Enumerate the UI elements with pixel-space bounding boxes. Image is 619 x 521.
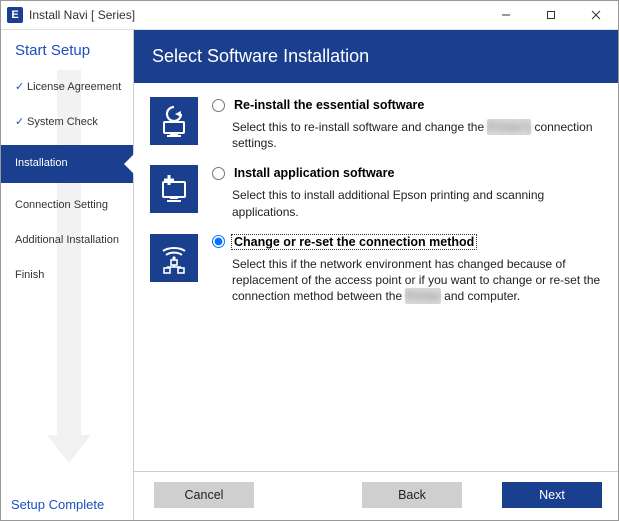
sidebar-step-label: License Agreement [27, 81, 121, 93]
option-title-row[interactable]: Install application software [212, 165, 602, 181]
sidebar-step-label: Installation [15, 157, 68, 169]
option-title-label: Change or re-set the connection method [231, 234, 477, 250]
apps-icon [150, 165, 198, 213]
page-title: Select Software Installation [134, 30, 618, 83]
redacted-text: Printer's [487, 119, 531, 135]
reinstall-icon [150, 97, 198, 145]
window-controls [483, 1, 618, 30]
close-button[interactable] [573, 1, 618, 30]
cancel-button[interactable]: Cancel [154, 482, 254, 508]
sidebar: Start Setup ✓License Agreement✓System Ch… [1, 30, 134, 520]
window-title: Install Navi [ Series] [29, 8, 135, 22]
option-title-label: Install application software [231, 165, 397, 181]
sidebar-step: ✓License Agreement [1, 75, 133, 100]
options-list: Re-install the essential software Select … [134, 83, 618, 471]
sidebar-step: Finish [1, 263, 133, 288]
sidebar-complete-label: Setup Complete [11, 497, 104, 512]
app-icon: E [7, 7, 23, 23]
sidebar-step: Connection Setting [1, 193, 133, 218]
sidebar-step-label: Finish [15, 269, 44, 281]
option-description: Select this to re-install software and c… [212, 119, 602, 151]
sidebar-step: ✓System Check [1, 110, 133, 135]
option-description: Select this to install additional Epson … [212, 187, 602, 219]
option-radio-connection[interactable] [212, 235, 225, 248]
sidebar-start-label: Start Setup [1, 30, 133, 65]
next-button[interactable]: Next [502, 482, 602, 508]
sidebar-step: Additional Installation [1, 228, 133, 253]
option-title-row[interactable]: Change or re-set the connection method [212, 234, 602, 250]
install-option-apps: Install application software Select this … [150, 165, 602, 219]
option-body: Install application software Select this … [212, 165, 602, 219]
install-option-connection: Change or re-set the connection method Se… [150, 234, 602, 305]
redacted-text: Printer [405, 288, 440, 304]
maximize-button[interactable] [528, 1, 573, 30]
option-body: Change or re-set the connection method Se… [212, 234, 602, 305]
connection-icon [150, 234, 198, 282]
minimize-button[interactable] [483, 1, 528, 30]
option-title-label: Re-install the essential software [231, 97, 427, 113]
install-option-reinstall: Re-install the essential software Select … [150, 97, 602, 151]
option-title-row[interactable]: Re-install the essential software [212, 97, 602, 113]
sidebar-step-label: Connection Setting [15, 199, 108, 211]
check-icon: ✓ [15, 116, 25, 129]
sidebar-steps: ✓License Agreement✓System CheckInstallat… [1, 75, 133, 288]
back-button[interactable]: Back [362, 482, 462, 508]
installer-window: E Install Navi [ Series] Start Setup [0, 0, 619, 521]
footer: Cancel Back Next [134, 471, 618, 520]
sidebar-step-label: System Check [27, 116, 98, 128]
main-panel: Select Software Installation Re-install … [134, 30, 618, 520]
sidebar-step-label: Additional Installation [15, 234, 119, 246]
option-description: Select this if the network environment h… [212, 256, 602, 305]
sidebar-step: Installation [1, 145, 133, 182]
title-bar: E Install Navi [ Series] [1, 1, 618, 30]
option-body: Re-install the essential software Select … [212, 97, 602, 151]
option-radio-apps[interactable] [212, 167, 225, 180]
option-radio-reinstall[interactable] [212, 99, 225, 112]
check-icon: ✓ [15, 81, 25, 94]
